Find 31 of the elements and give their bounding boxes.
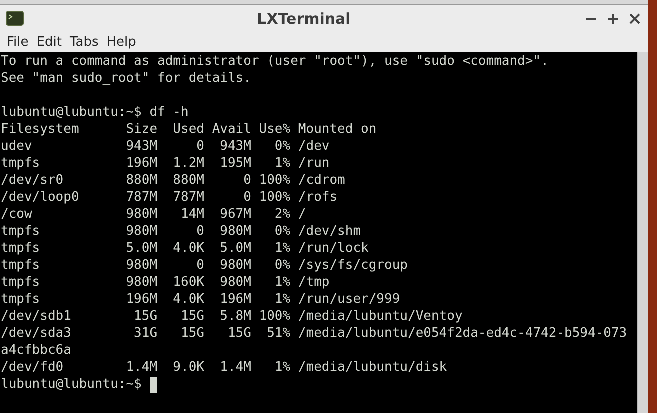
menu-item[interactable]: Help	[102, 34, 140, 50]
terminal-line: tmpfs 980M 0 980M 0% /sys/fs/cgroup	[1, 257, 408, 274]
terminal-line: /dev/sdb1 15G 15G 5.8M 100% /media/lubuntu/Ventoy	[1, 308, 463, 325]
terminal-line: /dev/sr0 880M 880M 0 100% /cdrom	[1, 172, 346, 189]
terminal-line: lubuntu@lubuntu:~$ df -h	[1, 104, 189, 121]
terminal-line: tmpfs 196M 4.0K 196M 1% /run/user/999	[1, 291, 400, 308]
terminal-line: To run a command as administrator (user "root"), use "sudo <command>".	[1, 53, 549, 70]
terminal-line: tmpfs 980M 0 980M 0% /dev/shm	[1, 223, 362, 240]
terminal-line: /dev/loop0 787M 787M 0 100% /rofs	[1, 189, 338, 206]
terminal-line: /dev/fd0 1.4M 9.0K 1.4M 1% /media/lubuntu/disk	[1, 359, 448, 376]
terminal-icon	[6, 11, 24, 26]
terminal-line: tmpfs 980M 160K 980M 1% /tmp	[1, 274, 330, 291]
menu-item[interactable]: File	[3, 34, 33, 50]
menu-item[interactable]: Edit	[32, 34, 66, 50]
menu-item[interactable]: Tabs	[66, 34, 103, 50]
terminal-line: lubuntu@lubuntu:~$	[1, 376, 143, 393]
terminal-line: tmpfs 196M 1.2M 195M 1% /run	[1, 155, 330, 172]
maximize-icon	[607, 12, 619, 24]
close-icon	[629, 12, 641, 24]
terminal-line: a4cfbbc6a	[1, 342, 72, 359]
terminal-line: udev 943M 0 943M 0% /dev	[1, 138, 330, 155]
terminal-line: Filesystem Size Used Avail Use% Mounted on	[1, 121, 377, 138]
terminal-line: /cow 980M 14M 967M 2% /	[1, 206, 306, 223]
maximize-button[interactable]	[606, 12, 620, 26]
cursor	[150, 376, 157, 392]
terminal-line: See "man sudo_root" for details.	[1, 70, 252, 87]
terminal-line: /dev/sda3 31G 15G 15G 51% /media/lubuntu/e054f2da-ed4c-4742-b594-073	[1, 325, 628, 342]
scrollbar[interactable]	[637, 52, 648, 413]
terminal-line: tmpfs 5.0M 4.0K 5.0M 1% /run/lock	[1, 240, 369, 257]
window-title: LXTerminal	[256, 10, 352, 28]
close-button[interactable]	[628, 12, 642, 26]
